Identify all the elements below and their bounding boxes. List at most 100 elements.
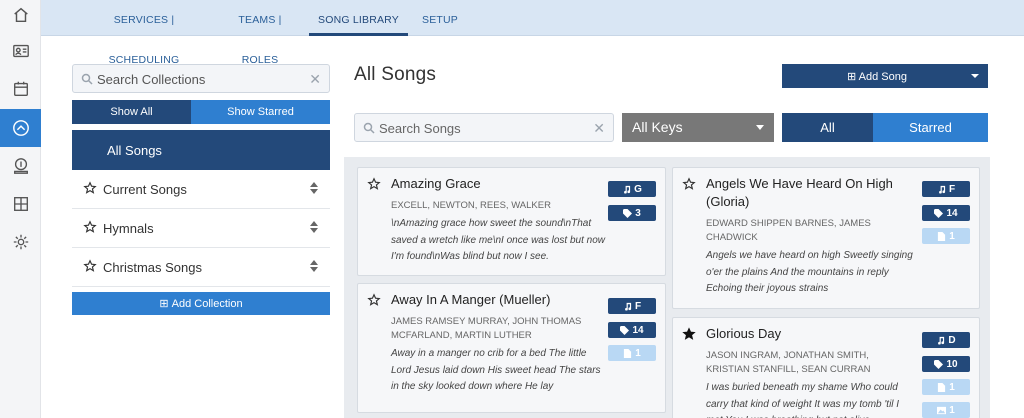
tab-setup[interactable]: SETUP (422, 0, 458, 36)
gear-icon[interactable] (0, 223, 41, 261)
song-title[interactable]: Amazing Grace (391, 175, 596, 193)
song-lyrics: \nAmazing grace how sweet the sound\nTha… (391, 218, 605, 262)
collection-item-christmas-songs[interactable]: Christmas Songs (72, 248, 330, 287)
plus-box-icon: ⊞ (159, 298, 169, 310)
key-badge-value: G (634, 183, 642, 195)
star-icon[interactable] (682, 177, 696, 191)
left-rail (0, 0, 41, 418)
song-lyrics: Away in a manger no crib for a bed The l… (391, 348, 601, 392)
song-authors: EXCELL, NEWTON, REES, WALKER (391, 200, 551, 211)
key-badge-value: F (634, 300, 642, 312)
filter-starred-button[interactable]: Starred (873, 113, 988, 142)
collection-item-hymnals[interactable]: Hymnals (72, 209, 330, 248)
song-search-placeholder: Search Songs (379, 121, 461, 136)
sort-icon[interactable] (310, 260, 318, 272)
show-all-button[interactable]: Show All (72, 100, 191, 124)
star-filled-icon[interactable] (682, 327, 696, 341)
collection-item-current-songs[interactable]: Current Songs (72, 170, 330, 209)
star-icon[interactable] (367, 177, 381, 191)
music-note-icon (625, 302, 632, 311)
tab-services-scheduling[interactable]: SERVICES | SCHEDULING (79, 0, 209, 66)
song-list: Amazing Grace EXCELL, NEWTON, REES, WALK… (344, 157, 990, 418)
tag-icon (620, 325, 630, 335)
file-count: 1 (949, 381, 955, 393)
song-authors: EDWARD SHIPPEN BARNES, JAMES CHADWICK (706, 218, 871, 243)
home-icon[interactable] (0, 0, 41, 34)
clear-icon[interactable]: ✕ (593, 120, 605, 137)
collection-search-input[interactable]: Search Collections ✕ (72, 64, 330, 93)
star-icon[interactable] (83, 181, 97, 195)
add-collection-button[interactable]: ⊞ Add Collection (72, 292, 330, 315)
star-icon[interactable] (83, 259, 97, 273)
calendar-icon[interactable] (0, 70, 41, 108)
tag-badge[interactable]: 14 (922, 205, 970, 221)
song-search-input[interactable]: Search Songs ✕ (354, 113, 614, 142)
file-badge[interactable]: 1 (608, 345, 656, 361)
star-icon[interactable] (367, 293, 381, 307)
add-song-label: Add Song (858, 71, 907, 83)
collection-search-placeholder: Search Collections (97, 72, 206, 87)
song-authors: JASON INGRAM, JONATHAN SMITH, KRISTIAN S… (706, 350, 871, 375)
file-icon (938, 382, 946, 392)
collection-item-label: Christmas Songs (103, 260, 202, 275)
money-icon[interactable] (0, 147, 41, 185)
file-badge[interactable]: 1 (922, 379, 970, 395)
add-collection-label: Add Collection (171, 297, 243, 310)
show-starred-button[interactable]: Show Starred (191, 100, 330, 124)
tag-badge[interactable]: 3 (608, 205, 656, 221)
tab-song-library[interactable]: SONG LIBRARY (309, 0, 408, 36)
music-note-icon (939, 185, 946, 194)
sort-icon[interactable] (310, 182, 318, 194)
page-title: All Songs (354, 64, 437, 85)
key-badge[interactable]: F (922, 181, 970, 197)
song-card-angels-we-have-heard[interactable]: Angels We Have Heard On High (Gloria) ED… (672, 167, 980, 309)
tag-badge[interactable]: 10 (922, 356, 970, 372)
file-badge[interactable]: 1 (922, 228, 970, 244)
clear-icon[interactable]: ✕ (309, 71, 321, 88)
collection-item-label: Hymnals (103, 221, 154, 236)
chevron-down-icon[interactable] (971, 74, 979, 78)
file-count: 1 (949, 230, 955, 242)
sort-icon[interactable] (310, 221, 318, 233)
tag-count: 14 (946, 207, 958, 219)
tag-count: 3 (635, 207, 641, 219)
image-badge[interactable]: 1 (922, 402, 970, 418)
filter-all-button[interactable]: All (782, 113, 873, 142)
key-badge-value: D (948, 334, 956, 346)
tab-teams-roles[interactable]: TEAMS | ROLES (222, 0, 298, 66)
chevron-up-circle-icon[interactable] (0, 109, 41, 147)
top-nav: SERVICES | SCHEDULING TEAMS | ROLES SONG… (41, 0, 1024, 66)
image-count: 1 (949, 404, 955, 416)
song-card-amazing-grace[interactable]: Amazing Grace EXCELL, NEWTON, REES, WALK… (357, 167, 666, 276)
add-song-button[interactable]: ⊞ Add Song (782, 64, 988, 88)
contact-card-icon[interactable] (0, 32, 41, 70)
key-badge[interactable]: F (608, 298, 656, 314)
tag-badge[interactable]: 14 (608, 322, 656, 338)
keys-select[interactable]: All Keys (622, 113, 774, 142)
song-lyrics: I was buried beneath my shame Who could … (706, 382, 900, 418)
song-title[interactable]: Away In A Manger (Mueller) (391, 291, 596, 309)
key-badge[interactable]: G (608, 181, 656, 197)
collection-item-all-songs[interactable]: All Songs (72, 130, 330, 170)
key-badge[interactable]: D (922, 332, 970, 348)
chevron-down-icon (756, 125, 764, 130)
song-title[interactable]: Angels We Have Heard On High (Gloria) (706, 175, 911, 211)
plus-box-icon: ⊞ (847, 71, 857, 83)
star-icon[interactable] (83, 220, 97, 234)
music-note-icon (938, 336, 945, 345)
keys-select-value: All Keys (632, 119, 683, 135)
tag-count: 10 (946, 358, 958, 370)
song-title[interactable]: Glorious Day (706, 325, 911, 343)
song-authors: JAMES RAMSEY MURRAY, JOHN THOMAS MCFARLA… (391, 316, 582, 341)
key-badge-value: F (948, 183, 956, 195)
file-count: 1 (635, 347, 641, 359)
music-note-icon (624, 185, 631, 194)
song-card-away-in-a-manger[interactable]: Away In A Manger (Mueller) JAMES RAMSEY … (357, 283, 666, 413)
song-card-glorious-day[interactable]: Glorious Day JASON INGRAM, JONATHAN SMIT… (672, 317, 980, 418)
collection-item-label: All Songs (107, 143, 162, 158)
file-icon (938, 231, 946, 241)
grid-icon[interactable] (0, 185, 41, 223)
file-icon (624, 348, 632, 358)
image-icon (937, 406, 947, 414)
tag-icon (623, 208, 633, 218)
